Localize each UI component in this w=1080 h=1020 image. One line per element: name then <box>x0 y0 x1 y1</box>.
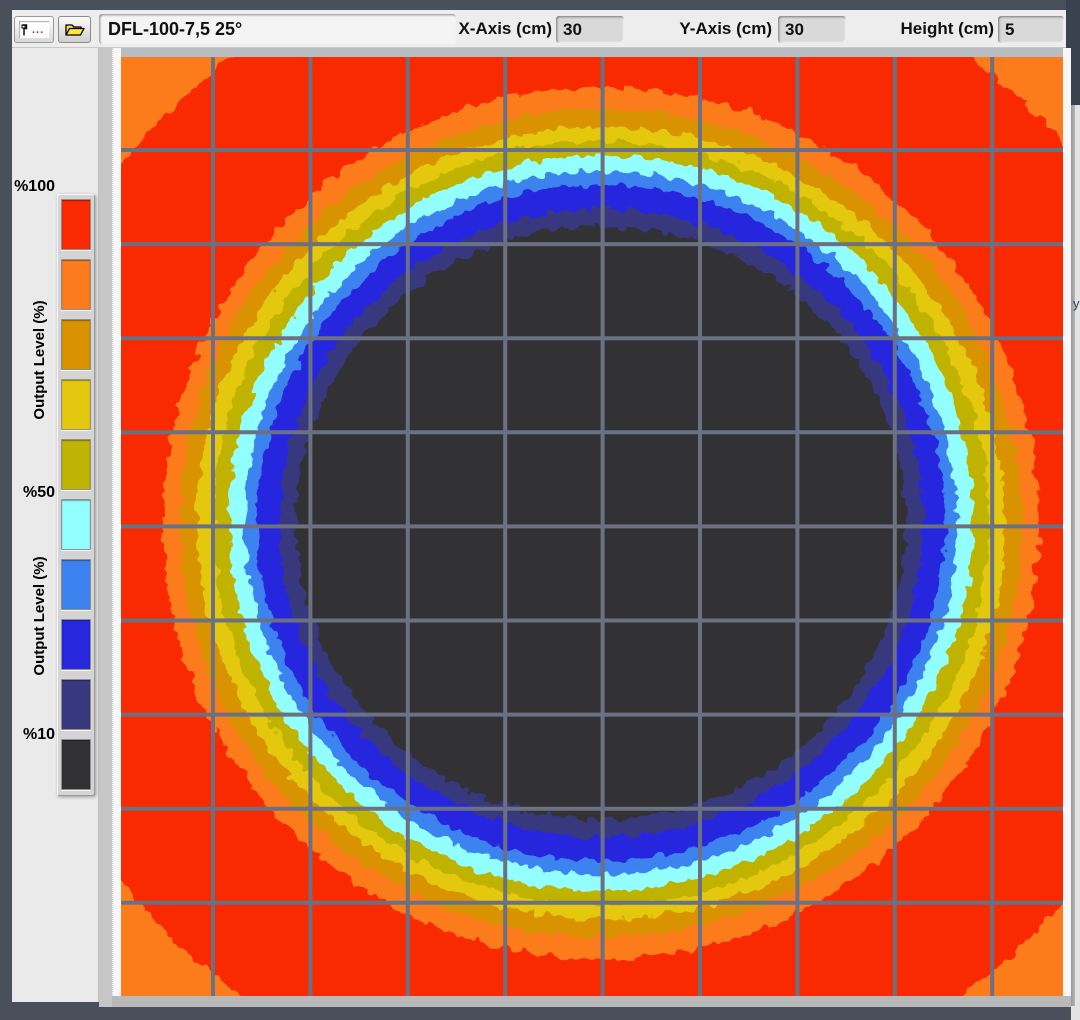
color-scale-column <box>57 194 95 796</box>
file-path-inner: ... <box>19 21 49 38</box>
y-axis-label: Y-Axis (cm) <box>664 10 772 48</box>
legend-swatch <box>61 559 91 610</box>
legend-swatch <box>61 199 91 250</box>
scale-tick-100: %100 <box>12 178 55 196</box>
legend-swatch <box>61 379 91 430</box>
legend-swatch <box>61 259 91 310</box>
path-ellipsis: ... <box>32 27 44 33</box>
file-path-control[interactable]: ... <box>14 16 54 43</box>
plot-frame-bottom <box>112 996 1071 1007</box>
toolbar: ... DFL-100-7,5 25° X-Axis (cm) 30 Y-Axi… <box>12 10 1066 48</box>
output-level-axis-label-lower: Output Level (%) <box>31 536 47 696</box>
legend-swatch <box>61 619 91 670</box>
open-folder-button[interactable] <box>58 16 91 43</box>
plot-frame-top <box>112 48 1071 57</box>
lamp-name-field[interactable]: DFL-100-7,5 25° <box>99 14 456 44</box>
app-window: y ... DFL-100-7,5 25° X-Axis (cm) 30 Y-A… <box>0 0 1080 1020</box>
output-level-axis-label-upper: Output Level (%) <box>31 280 47 440</box>
legend-swatch <box>61 319 91 370</box>
legend-swatch <box>61 739 91 790</box>
y-axis-field[interactable]: 30 <box>778 16 846 43</box>
legend-swatch <box>61 499 91 550</box>
intensity-plot[interactable] <box>121 57 1063 996</box>
plot-frame-left <box>112 48 121 996</box>
background-window-text: y <box>1073 296 1080 311</box>
legend-swatch <box>61 679 91 730</box>
color-scale-sidebar: %100 %50 %10 Output Level (%) Output Lev… <box>12 48 99 1002</box>
scale-tick-10: %10 <box>12 726 55 744</box>
plot-frame-right <box>1063 48 1071 996</box>
height-field[interactable]: 5 <box>998 16 1064 43</box>
scale-tick-50: %50 <box>12 484 55 502</box>
open-folder-icon <box>64 22 86 38</box>
x-axis-label: X-Axis (cm) <box>452 10 552 48</box>
path-icon <box>21 24 30 36</box>
intensity-graph-panel <box>99 48 1071 1007</box>
x-axis-field[interactable]: 30 <box>556 16 624 43</box>
contour-svg <box>121 57 1063 996</box>
height-label: Height (cm) <box>878 10 994 48</box>
legend-swatch <box>61 439 91 490</box>
